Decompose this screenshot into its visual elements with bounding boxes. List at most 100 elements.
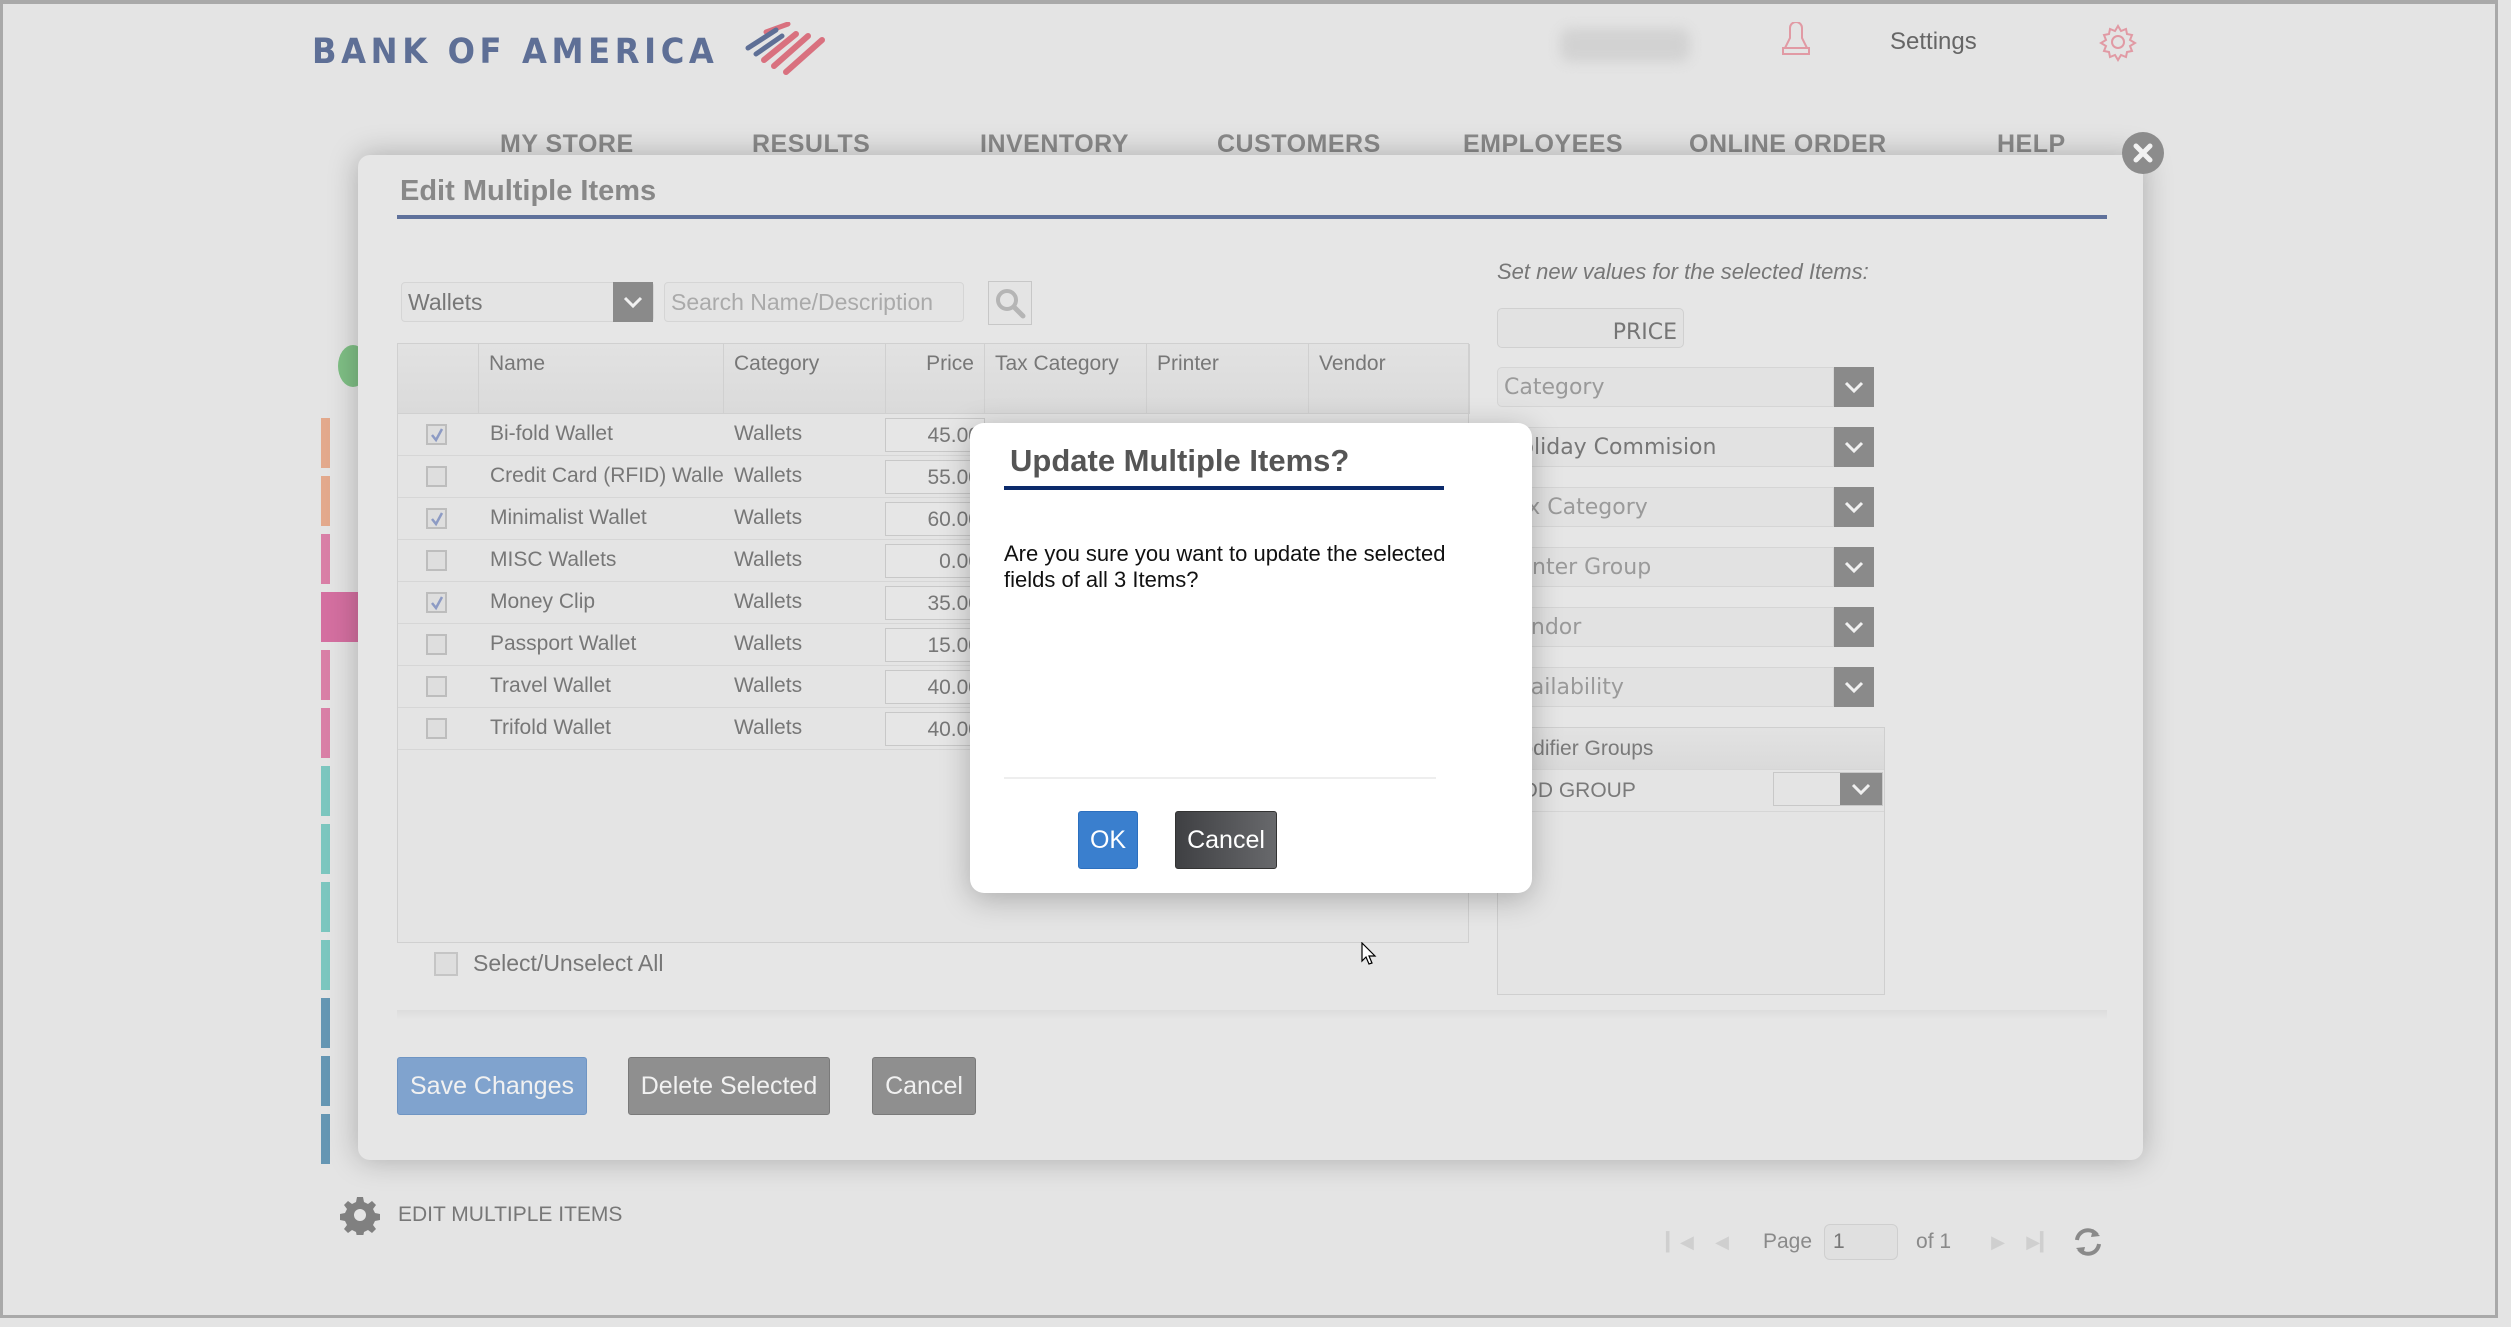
logo-text: BANK OF AMERICA <box>312 32 719 72</box>
chevron-down-icon[interactable] <box>1834 367 1874 407</box>
category-stripe <box>321 476 330 526</box>
user-name-blurred <box>1560 28 1690 62</box>
modifier-group-select[interactable] <box>1773 772 1883 806</box>
footer-divider <box>397 1010 2107 1020</box>
item-name: Trifold Wallet <box>490 716 611 739</box>
close-modal-button[interactable] <box>2122 132 2164 174</box>
category-stripe <box>321 418 330 468</box>
chevron-down-icon[interactable] <box>613 282 653 322</box>
search-input[interactable] <box>664 282 964 322</box>
header-category[interactable]: Category <box>724 344 886 414</box>
delete-selected-button[interactable]: Delete Selected <box>628 1057 830 1115</box>
item-name: Bi-fold Wallet <box>490 422 613 445</box>
item-category: Wallets <box>734 716 803 739</box>
table-header: Name Category Price Tax Category Printer… <box>398 344 1470 414</box>
category-stripe <box>321 650 330 700</box>
new-value-select[interactable]: Printer Group <box>1497 547 1874 587</box>
checkbox[interactable] <box>434 951 458 976</box>
new-value-select[interactable]: Category <box>1497 367 1874 407</box>
row-checkbox[interactable] <box>426 424 447 445</box>
row-checkbox[interactable] <box>426 508 447 529</box>
item-name: Passport Wallet <box>490 632 637 655</box>
price-input[interactable] <box>1497 308 1684 348</box>
chevron-down-icon[interactable] <box>1834 487 1874 527</box>
category-filter-select[interactable]: Wallets <box>401 282 654 322</box>
row-checkbox[interactable] <box>426 634 447 655</box>
item-category: Wallets <box>734 590 803 613</box>
row-checkbox[interactable] <box>426 718 447 739</box>
chevron-down-icon[interactable] <box>1834 667 1874 707</box>
select-value: Vendor <box>1497 607 1834 647</box>
modal-title: Edit Multiple Items <box>400 175 657 207</box>
category-stripe <box>321 1114 330 1164</box>
dialog-message: Are you sure you want to update the sele… <box>1004 541 1446 592</box>
category-stripe <box>321 824 330 874</box>
search-button[interactable] <box>988 281 1032 325</box>
last-page-button[interactable]: ▶▎ <box>2025 1227 2055 1257</box>
dialog-title: Update Multiple Items? <box>1010 443 1350 478</box>
cancel-button[interactable]: Cancel <box>872 1057 976 1115</box>
chevron-down-icon[interactable] <box>1840 773 1882 805</box>
category-filter-value: Wallets <box>408 288 483 315</box>
item-category: Wallets <box>734 674 803 697</box>
gear-icon <box>340 1197 380 1235</box>
modifier-group-row: MOD GROUP <box>1498 770 1884 812</box>
row-checkbox[interactable] <box>426 676 447 697</box>
dialog-title-divider <box>1004 486 1444 490</box>
category-stripe <box>321 1056 330 1106</box>
chevron-down-icon[interactable] <box>1834 547 1874 587</box>
select-value: Tax Category <box>1497 487 1834 527</box>
user-icon[interactable] <box>1775 22 1817 64</box>
item-category: Wallets <box>734 548 803 571</box>
select-value: Printer Group <box>1497 547 1834 587</box>
pagination: ▎◀ ◀ Page of 1 ▶ ▶▎ <box>1665 1222 2105 1262</box>
page-number-input[interactable] <box>1824 1224 1899 1260</box>
select-value: Holiday Commision <box>1497 427 1834 467</box>
prev-page-button[interactable]: ◀ <box>1707 1227 1737 1257</box>
title-divider <box>397 215 2107 219</box>
settings-link[interactable]: Settings <box>1890 28 1977 56</box>
item-category: Wallets <box>734 506 803 529</box>
header-tax-category[interactable]: Tax Category <box>985 344 1147 414</box>
save-changes-button[interactable]: Save Changes <box>397 1057 587 1115</box>
search-icon <box>996 289 1026 319</box>
row-checkbox[interactable] <box>426 550 447 571</box>
ok-button[interactable]: OK <box>1078 811 1138 869</box>
row-checkbox[interactable] <box>426 592 447 613</box>
item-category: Wallets <box>734 464 803 487</box>
category-stripe <box>321 708 330 758</box>
flag-logo-icon <box>745 22 825 75</box>
new-value-select[interactable]: Tax Category <box>1497 487 1874 527</box>
row-checkbox[interactable] <box>426 466 447 487</box>
new-value-select[interactable]: Availability <box>1497 667 1874 707</box>
header-printer[interactable]: Printer <box>1147 344 1309 414</box>
item-name: MISC Wallets <box>490 548 617 571</box>
header-vendor[interactable]: Vendor <box>1309 344 1470 414</box>
category-stripe <box>321 998 330 1048</box>
dialog-divider <box>1004 777 1436 779</box>
chevron-down-icon[interactable] <box>1834 607 1874 647</box>
dialog-cancel-button[interactable]: Cancel <box>1175 811 1277 869</box>
select-all-label: Select/Unselect All <box>473 950 664 976</box>
next-page-button[interactable]: ▶ <box>1983 1227 2013 1257</box>
chevron-down-icon[interactable] <box>1834 427 1874 467</box>
item-name: Travel Wallet <box>490 674 611 697</box>
confirm-update-dialog: Update Multiple Items? Are you sure you … <box>970 423 1532 893</box>
select-all-checkbox[interactable]: Select/Unselect All <box>434 950 663 977</box>
header-checkbox-col <box>398 344 479 414</box>
new-value-select[interactable]: Holiday Commision <box>1497 427 1874 467</box>
header-price[interactable]: Price <box>886 344 985 414</box>
category-stripe <box>321 766 330 816</box>
header-name[interactable]: Name <box>479 344 724 414</box>
first-page-button[interactable]: ▎◀ <box>1665 1227 1695 1257</box>
gear-icon[interactable] <box>2098 22 2138 62</box>
new-value-select[interactable]: Vendor <box>1497 607 1874 647</box>
refresh-icon[interactable] <box>2071 1225 2105 1259</box>
item-category: Wallets <box>734 422 803 445</box>
category-stripe <box>321 592 361 642</box>
bank-logo[interactable]: BANK OF AMERICA <box>312 22 836 82</box>
category-stripe <box>321 534 330 584</box>
page-total: of 1 <box>1916 1230 1952 1253</box>
item-category: Wallets <box>734 632 803 655</box>
set-values-label: Set new values for the selected Items: <box>1497 259 1869 284</box>
